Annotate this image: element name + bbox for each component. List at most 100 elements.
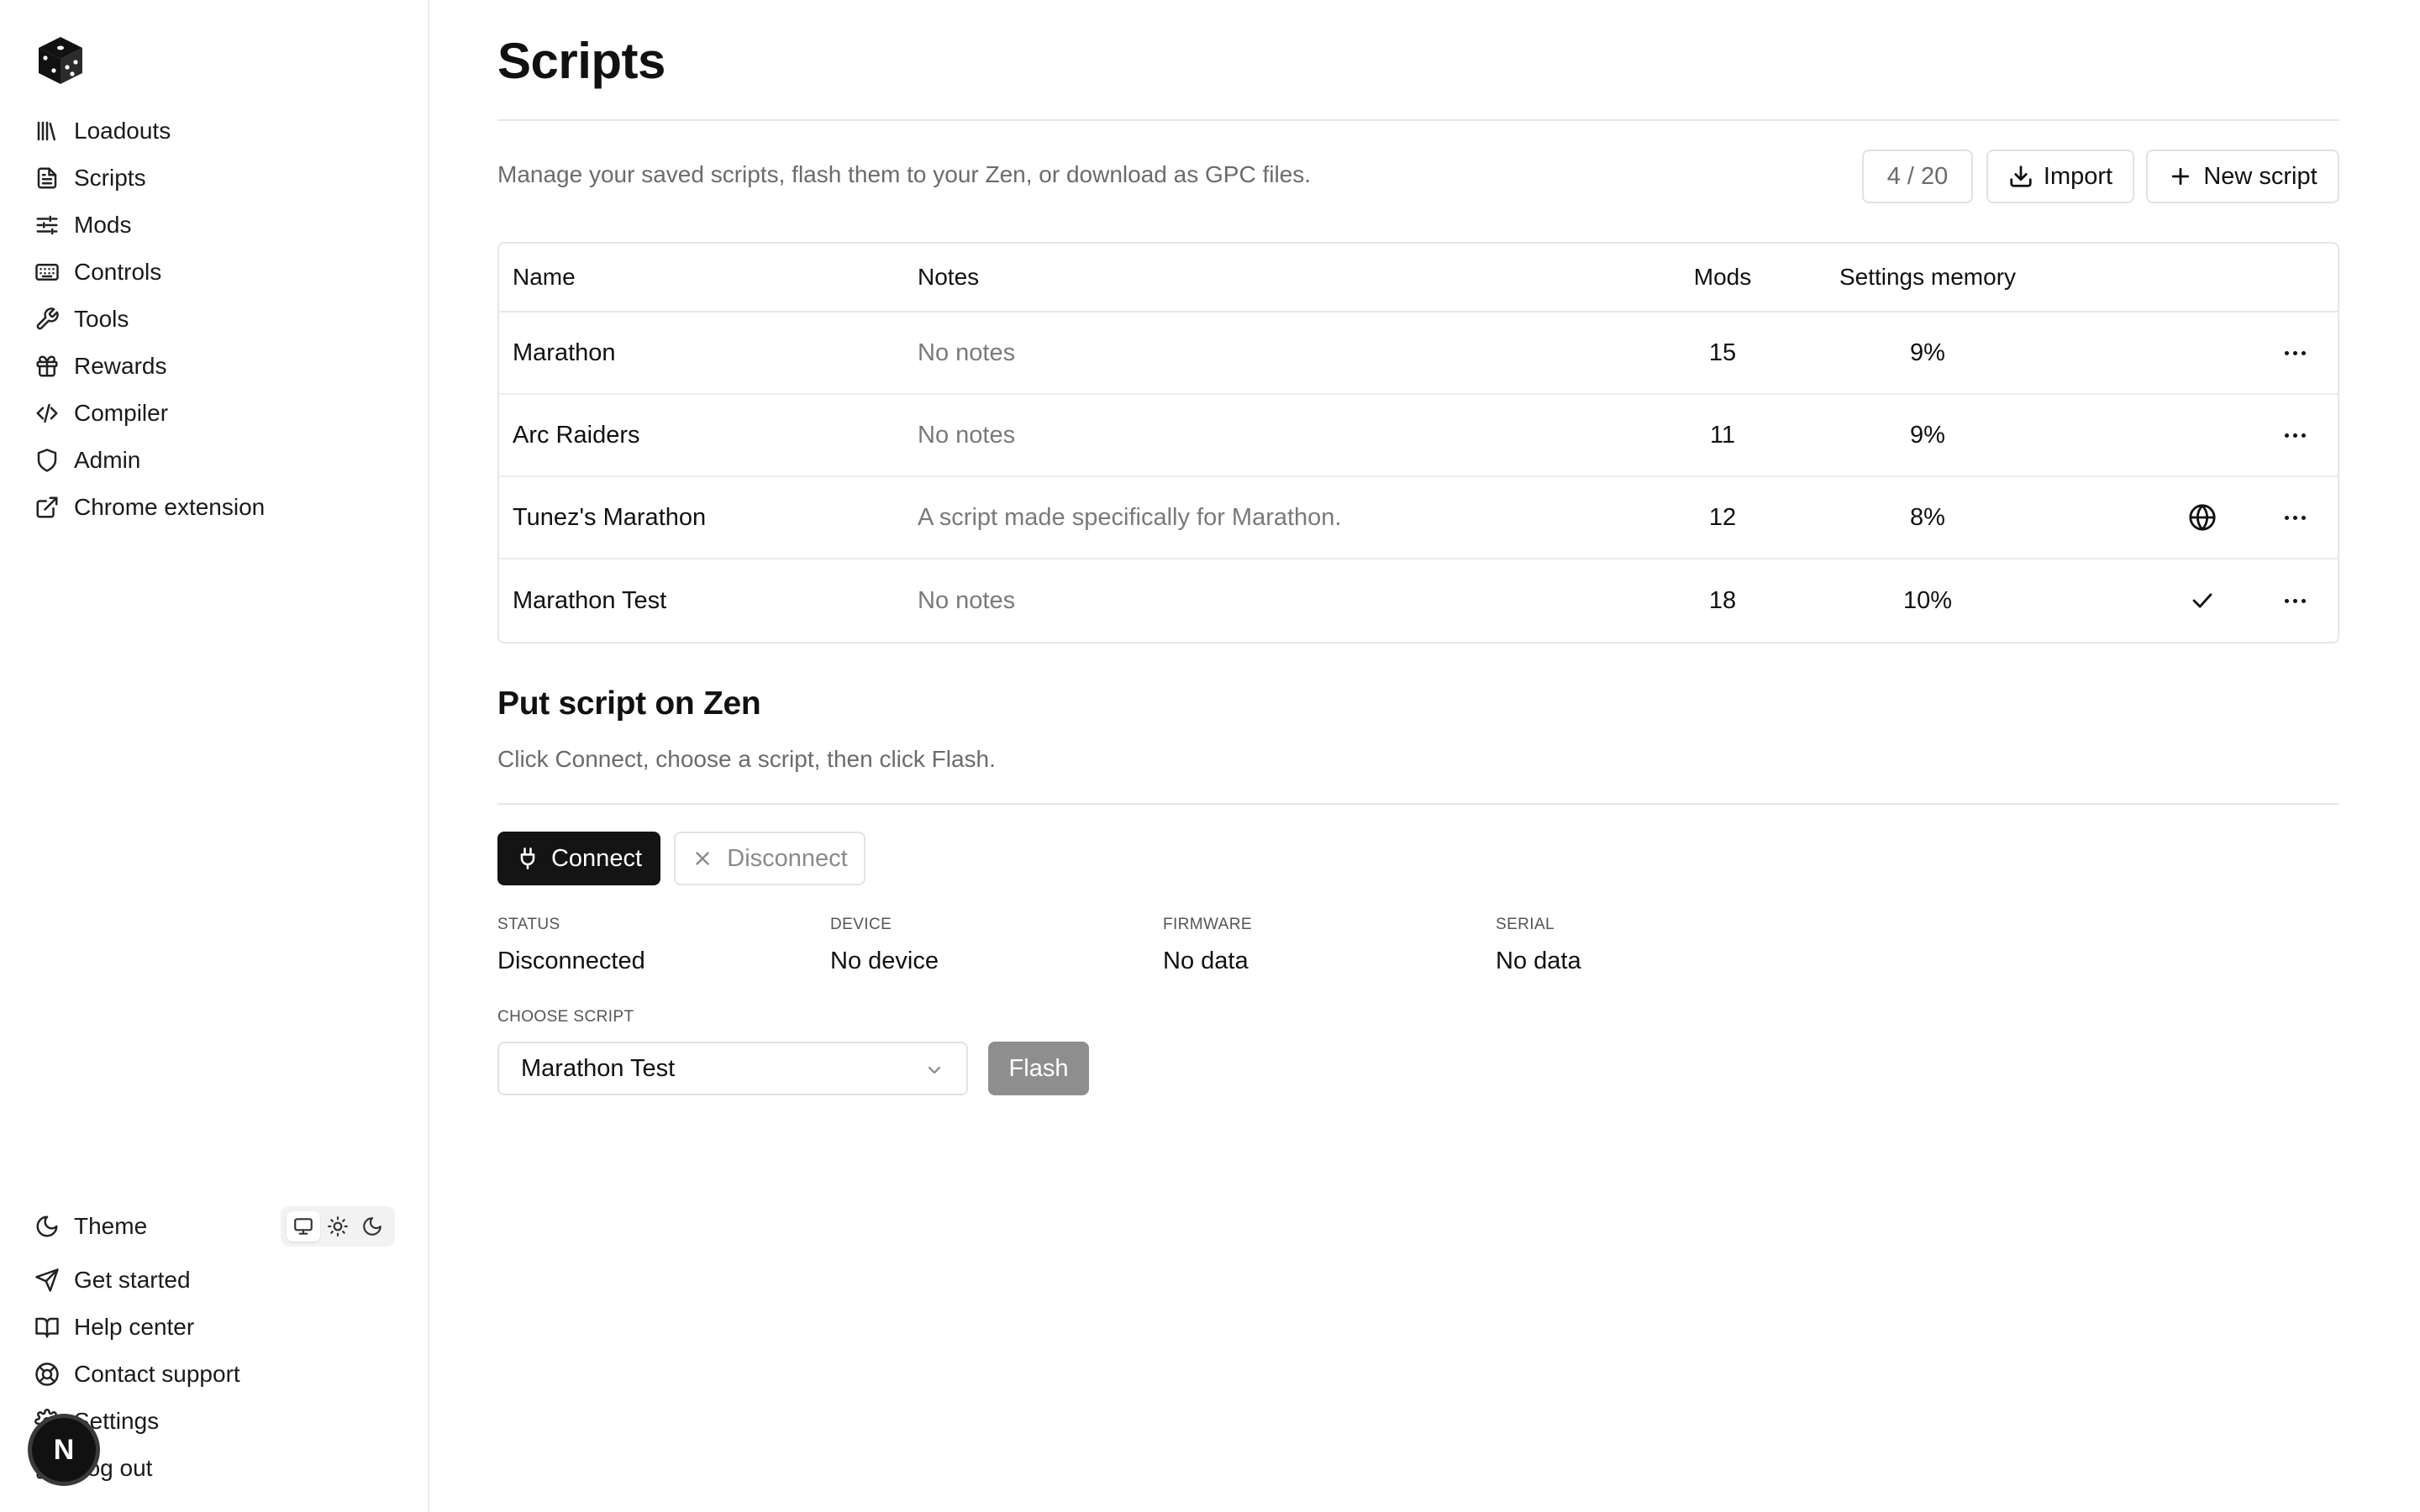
script-select-value: Marathon Test [521, 1054, 676, 1082]
sidebar-item-label: Get started [74, 1267, 191, 1293]
plug-icon [520, 848, 535, 869]
sidebar-item-rewards[interactable]: Rewards [34, 346, 166, 386]
firmware-value: No data [1163, 948, 1249, 974]
sidebar-item-label: Mods [74, 212, 132, 238]
sidebar-item-label: Controls [74, 259, 162, 285]
cube-logo-icon[interactable] [37, 35, 84, 86]
table-header: Name Notes Mods Settings memory [499, 244, 2338, 312]
script-select[interactable]: Marathon Test [497, 1042, 968, 1095]
import-button[interactable]: Import [1986, 150, 2134, 203]
script-count-badge: 4 / 20 [1862, 150, 1973, 203]
sidebar-item-label: Contact support [74, 1361, 240, 1387]
file-text-icon [34, 165, 60, 192]
sidebar-item-controls[interactable]: Controls [34, 252, 161, 292]
script-memory: 9% [1910, 421, 1945, 449]
theme-label: Theme [74, 1213, 148, 1239]
script-mods: 15 [1708, 339, 1737, 366]
script-notes: No notes [918, 421, 1016, 449]
sidebar-item-loadouts[interactable]: Loadouts [34, 111, 171, 151]
scripts-table: Name Notes Mods Settings memory Marathon… [497, 242, 2339, 643]
script-count: 4 / 20 [1886, 162, 1949, 190]
table-row[interactable]: Tunez's Marathon A script made specifica… [499, 477, 2338, 559]
shield-icon [34, 447, 60, 474]
sidebar-item-compiler[interactable]: Compiler [34, 393, 168, 433]
firmware-label: FIRMWARE [1163, 916, 1252, 933]
sidebar-item-label: Loadouts [74, 118, 171, 144]
column-header-mods[interactable]: Mods [1664, 244, 1781, 311]
status-value: Disconnected [497, 948, 645, 974]
page-title: Scripts [497, 33, 666, 89]
more-options-button[interactable] [2272, 559, 2317, 642]
divider [497, 119, 2339, 121]
table-row[interactable]: Marathon Test No notes 18 10% [499, 559, 2338, 642]
sidebar-item-label: Admin [74, 447, 141, 473]
script-name[interactable]: Marathon [513, 312, 616, 393]
sidebar-item-chrome-extension[interactable]: Chrome extension [34, 487, 265, 528]
more-horizontal-icon [2284, 598, 2306, 603]
sidebar-item-label: Scripts [74, 165, 146, 191]
script-memory: 8% [1910, 503, 1945, 531]
connect-button[interactable]: Connect [497, 832, 660, 885]
script-name[interactable]: Arc Raiders [513, 395, 640, 475]
section-description: Click Connect, choose a script, then cli… [497, 746, 996, 772]
gift-icon [34, 353, 60, 380]
new-script-button[interactable]: New script [2146, 150, 2339, 203]
script-mods: 18 [1708, 586, 1737, 614]
keyboard-icon [34, 259, 60, 286]
sidebar-item-mods[interactable]: Mods [34, 205, 131, 245]
status-label: STATUS [497, 916, 560, 933]
table-row[interactable]: Marathon No notes 15 9% [499, 312, 2338, 395]
sidebar-item-get-started[interactable]: Get started [34, 1260, 191, 1300]
divider [497, 803, 2339, 805]
script-memory: 10% [1902, 586, 1953, 614]
book-open-icon [34, 1314, 60, 1341]
connect-label: Connect [550, 844, 642, 872]
sidebar-item-help-center[interactable]: Help center [34, 1307, 194, 1347]
sidebar-item-label: Help center [74, 1314, 195, 1340]
plus-icon [2172, 167, 2190, 186]
download-icon [2010, 165, 2032, 187]
column-header-notes[interactable]: Notes [918, 244, 979, 311]
moon-icon[interactable] [355, 1211, 389, 1242]
sidebar-item-scripts[interactable]: Scripts [34, 158, 146, 198]
disconnect-button[interactable]: Disconnect [674, 832, 865, 885]
sidebar-item-label: Compiler [74, 400, 169, 426]
script-name[interactable]: Marathon Test [513, 559, 666, 642]
sun-icon[interactable] [321, 1211, 355, 1242]
more-horizontal-icon [2284, 515, 2306, 520]
flash-button[interactable]: Flash [988, 1042, 1089, 1095]
import-label: Import [2043, 162, 2113, 190]
more-options-button[interactable] [2272, 395, 2317, 475]
code-icon [34, 400, 60, 427]
sidebar-item-admin[interactable]: Admin [34, 440, 140, 480]
more-options-button[interactable] [2272, 312, 2317, 393]
sliders-icon [34, 212, 60, 239]
wrench-icon [34, 306, 60, 333]
column-header-settings-memory[interactable]: Settings memory [1827, 244, 2028, 311]
monitor-icon[interactable] [286, 1211, 320, 1242]
column-header-name[interactable]: Name [513, 244, 576, 311]
theme-switcher [281, 1206, 395, 1247]
sidebar-item-contact-support[interactable]: Contact support [34, 1354, 240, 1394]
choose-script-label: CHOOSE SCRIPT [497, 1008, 634, 1026]
sidebar-item-label: Chrome extension [74, 494, 266, 520]
script-mods: 11 [1709, 421, 1736, 449]
script-mods: 12 [1708, 503, 1737, 531]
life-buoy-icon [34, 1361, 60, 1388]
theme-row: Theme [34, 1206, 147, 1247]
sidebar-item-label: Rewards [74, 353, 167, 379]
sidebar: Loadouts Scripts Mods Controls Tools Rew… [0, 0, 429, 1512]
section-title: Put script on Zen [497, 685, 761, 722]
disconnect-label: Disconnect [727, 844, 848, 872]
serial-label: SERIAL [1496, 916, 1555, 933]
avatar[interactable]: N [32, 1418, 96, 1482]
table-row[interactable]: Arc Raiders No notes 11 9% [499, 395, 2338, 477]
globe-icon [2180, 477, 2225, 558]
more-options-button[interactable] [2272, 477, 2317, 558]
sidebar-item-tools[interactable]: Tools [34, 299, 129, 339]
more-horizontal-icon [2284, 433, 2306, 438]
chevron-down-icon [928, 1066, 941, 1074]
script-notes: No notes [918, 339, 1016, 366]
script-name[interactable]: Tunez's Marathon [513, 477, 706, 558]
serial-value: No data [1496, 948, 1581, 974]
